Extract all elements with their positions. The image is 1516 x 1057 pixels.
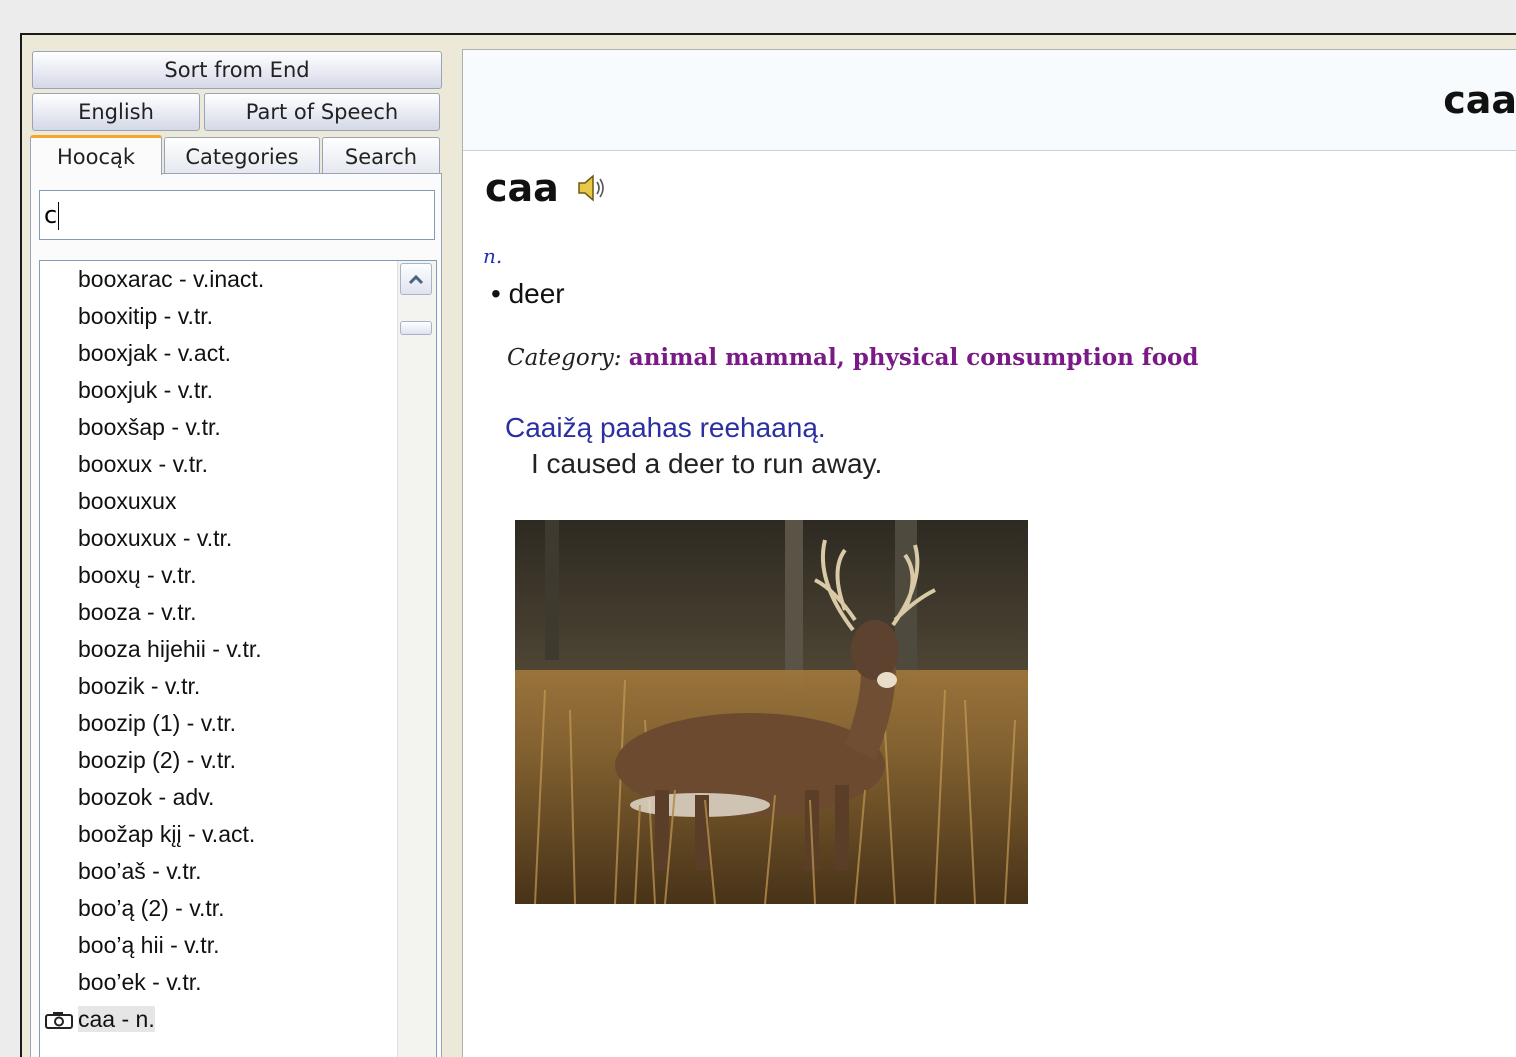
category-line: Category: animal mammal, physical consum… bbox=[507, 344, 1198, 371]
word-list[interactable]: booxarac - v.inact. booxitip - v.tr. booxj… bbox=[39, 260, 437, 1057]
list-item[interactable]: booxšap - v.tr. bbox=[40, 409, 398, 446]
word-list-scrollbar[interactable] bbox=[397, 261, 436, 1057]
list-item-label: boo’aš - v.tr. bbox=[78, 858, 202, 884]
category-label: Category: bbox=[507, 345, 622, 371]
sort-from-end-button[interactable]: Sort from End bbox=[32, 51, 442, 89]
entry-headword: caa bbox=[485, 166, 559, 210]
entry-panel: caa caa n. • deer Category: animal mamma… bbox=[462, 49, 1516, 1057]
list-item[interactable]: booxų - v.tr. bbox=[40, 557, 398, 594]
list-item-label: boo’ek - v.tr. bbox=[78, 969, 202, 995]
list-item-label: booxux - v.tr. bbox=[78, 451, 208, 477]
deer-photo bbox=[515, 520, 1028, 904]
list-item-label: boozip (1) - v.tr. bbox=[78, 710, 237, 736]
list-item[interactable]: booxuxux bbox=[40, 483, 398, 520]
tab-part-of-speech[interactable]: Part of Speech bbox=[204, 93, 440, 131]
list-item[interactable]: booxitip - v.tr. bbox=[40, 298, 398, 335]
list-item[interactable]: booxux - v.tr. bbox=[40, 446, 398, 483]
list-item[interactable]: boozik - v.tr. bbox=[40, 668, 398, 705]
tab-categories[interactable]: Categories bbox=[164, 137, 320, 175]
left-panel: Sort from End English Part of Speech Hoo… bbox=[30, 49, 442, 1057]
category-links[interactable]: animal mammal, physical consumption food bbox=[629, 344, 1199, 371]
scroll-up-button[interactable] bbox=[400, 263, 432, 295]
list-item[interactable]: caa - n. bbox=[40, 1001, 398, 1038]
camera-icon bbox=[45, 1012, 73, 1029]
list-item[interactable]: booza hijehii - v.tr. bbox=[40, 631, 398, 668]
search-input[interactable]: c bbox=[39, 190, 435, 240]
example-sentence-hocak[interactable]: Caaižą paahas reehaaną. bbox=[505, 412, 826, 444]
entry-header: caa bbox=[463, 50, 1516, 151]
list-item-label: booxų - v.tr. bbox=[78, 562, 197, 588]
list-item[interactable]: boo’ek - v.tr. bbox=[40, 964, 398, 1001]
app-window: Sort from End English Part of Speech Hoo… bbox=[20, 33, 1516, 1057]
list-item[interactable]: boo’ą (2) - v.tr. bbox=[40, 890, 398, 927]
list-item[interactable]: boozok - adv. bbox=[40, 779, 398, 816]
list-item-label: boo’ą (2) - v.tr. bbox=[78, 895, 225, 921]
list-item-label: boozok - adv. bbox=[78, 784, 215, 810]
list-item[interactable]: boozip (2) - v.tr. bbox=[40, 742, 398, 779]
entry-gloss: • deer bbox=[491, 278, 565, 309]
list-item-label: booza hijehii - v.tr. bbox=[78, 636, 262, 662]
list-item-label: booza - v.tr. bbox=[78, 599, 197, 625]
word-list-items: booxarac - v.inact. booxitip - v.tr. booxj… bbox=[40, 261, 398, 1038]
list-item-label: caa - n. bbox=[78, 1006, 155, 1032]
tab-english[interactable]: English bbox=[32, 93, 200, 131]
list-item[interactable]: boožap kįį - v.act. bbox=[40, 816, 398, 853]
list-item[interactable]: boo’ą hii - v.tr. bbox=[40, 927, 398, 964]
list-item[interactable]: boozip (1) - v.tr. bbox=[40, 705, 398, 742]
list-item[interactable]: booxjuk - v.tr. bbox=[40, 372, 398, 409]
tab-hocak[interactable]: Hoocąk bbox=[30, 135, 162, 175]
part-of-speech: n. bbox=[483, 244, 503, 268]
list-item[interactable]: booza - v.tr. bbox=[40, 594, 398, 631]
list-item[interactable]: boo’aš - v.tr. bbox=[40, 853, 398, 890]
chevron-up-icon bbox=[408, 274, 424, 285]
tab-panel-hocak: c booxarac - v.inact. booxitip - v.tr. boo… bbox=[30, 173, 442, 1057]
list-item-label: booxjuk - v.tr. bbox=[78, 377, 214, 403]
search-input-value: c bbox=[44, 201, 58, 229]
scroll-thumb[interactable] bbox=[400, 321, 432, 335]
list-item-label: boozip (2) - v.tr. bbox=[78, 747, 237, 773]
speaker-icon[interactable] bbox=[573, 170, 609, 206]
list-item[interactable]: booxuxux - v.tr. bbox=[40, 520, 398, 557]
text-caret bbox=[58, 202, 60, 230]
list-item-label: boozik - v.tr. bbox=[78, 673, 201, 699]
list-item-label: boožap kįį - v.act. bbox=[78, 821, 256, 847]
list-item-label: booxuxux - v.tr. bbox=[78, 525, 233, 551]
list-item-label: booxšap - v.tr. bbox=[78, 414, 221, 440]
list-item-label: booxjak - v.act. bbox=[78, 340, 231, 366]
list-item-label: booxarac - v.inact. bbox=[78, 266, 265, 292]
list-item[interactable]: booxarac - v.inact. bbox=[40, 261, 398, 298]
example-sentence-english: I caused a deer to run away. bbox=[531, 448, 883, 479]
list-item-label: boo’ą hii - v.tr. bbox=[78, 932, 220, 958]
list-item-label: booxuxux bbox=[78, 488, 177, 514]
list-item-label: booxitip - v.tr. bbox=[78, 303, 214, 329]
list-item[interactable]: booxjak - v.act. bbox=[40, 335, 398, 372]
entry-header-title: caa bbox=[1443, 78, 1516, 122]
tab-search[interactable]: Search bbox=[322, 137, 440, 175]
